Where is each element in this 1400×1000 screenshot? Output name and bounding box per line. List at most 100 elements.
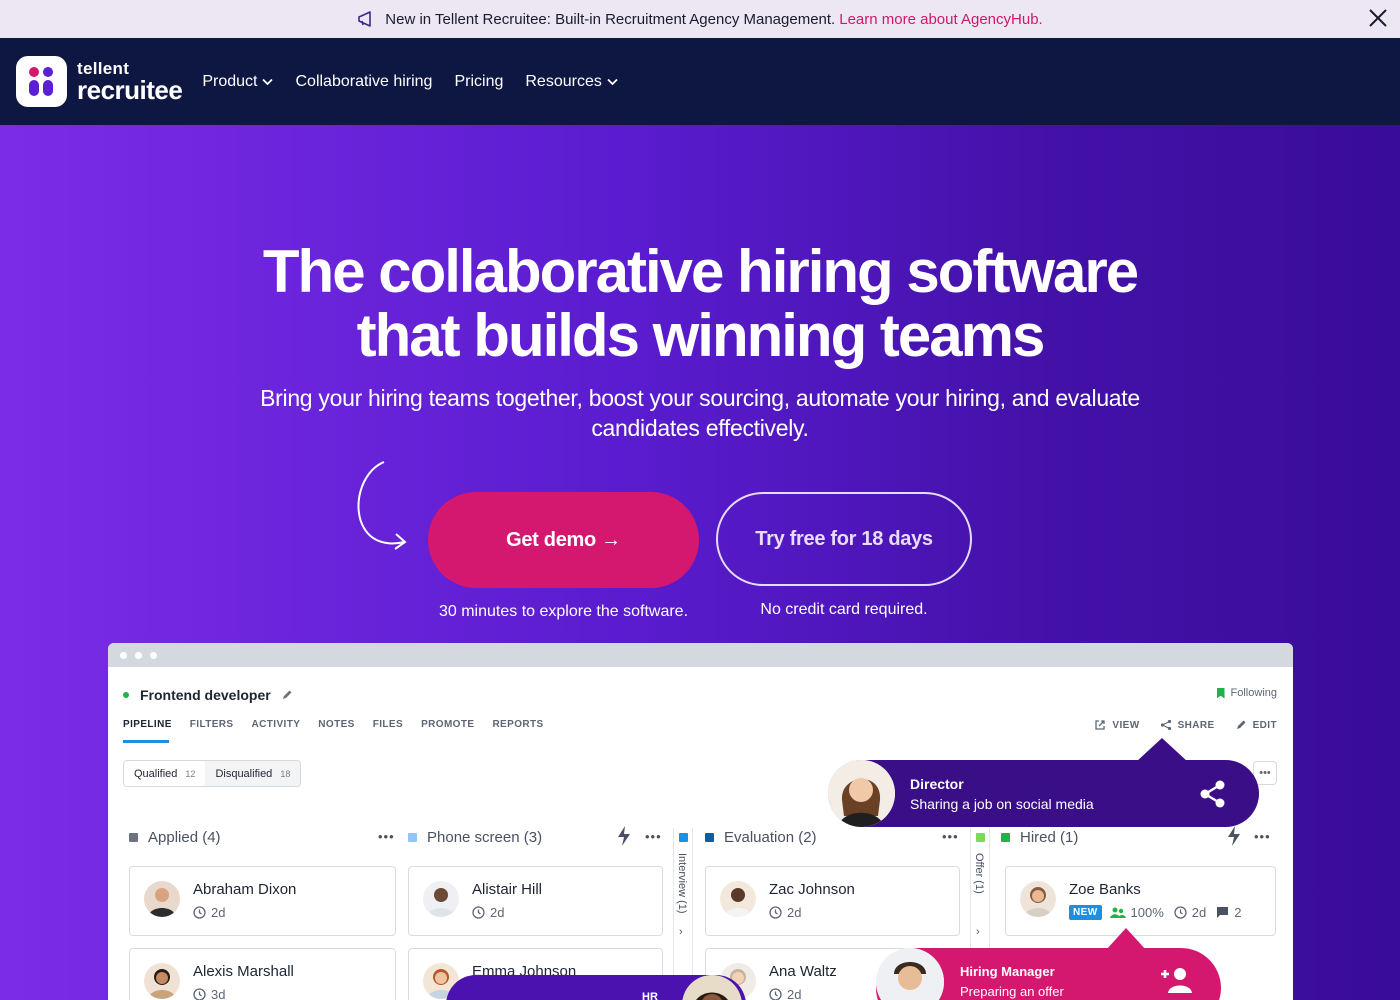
avatar — [144, 963, 180, 999]
callout-role: Director — [910, 776, 964, 792]
nav-item-label: Resources — [525, 72, 602, 90]
candidate-card[interactable]: Zoe Banks NEW 100% 2d 2 — [1005, 866, 1276, 936]
logo-mark — [16, 56, 67, 107]
tab-filters[interactable]: FILTERS — [190, 719, 234, 730]
nav-item-resources[interactable]: Resources — [525, 72, 618, 91]
announcement-bar: New in Tellent Recruitee: Built-in Recru… — [0, 0, 1400, 38]
logo[interactable]: tellent recruitee — [16, 56, 183, 107]
director-callout: Director Sharing a job on social media — [828, 738, 1259, 827]
tab-promote[interactable]: PROMOTE — [421, 719, 474, 730]
add-user-icon[interactable] — [1158, 966, 1192, 994]
column-menu-icon[interactable]: ••• — [1254, 829, 1271, 844]
candidate-name: Zoe Banks — [1069, 881, 1141, 898]
clock-icon — [769, 906, 782, 919]
close-icon[interactable] — [1366, 6, 1390, 30]
following-toggle[interactable]: Following — [1216, 687, 1277, 699]
candidate-card[interactable]: Alexis Marshall 3d — [129, 948, 396, 1000]
tab-pipeline[interactable]: PIPELINE — [123, 719, 172, 730]
column-label: Applied (4) — [148, 829, 221, 846]
tab-activity[interactable]: ACTIVITY — [252, 719, 301, 730]
stage-color — [1001, 833, 1010, 842]
clock-icon — [769, 988, 782, 1000]
nav-item-pricing[interactable]: Pricing — [454, 73, 503, 91]
candidate-time: 2d — [193, 905, 225, 920]
time-label: 2d — [211, 905, 226, 920]
status-dot — [123, 692, 129, 698]
free-trial-button[interactable]: Try free for 18 days — [716, 492, 972, 586]
lightning-icon[interactable] — [1226, 825, 1242, 847]
candidate-card[interactable]: Alistair Hill 2d — [408, 866, 663, 936]
stage-color — [976, 833, 985, 842]
lightning-icon[interactable] — [616, 825, 632, 847]
nav-item-collaborative-hiring[interactable]: Collaborative hiring — [295, 73, 432, 91]
pencil-icon — [1236, 720, 1246, 729]
disqualified-option[interactable]: Disqualified 18 — [205, 761, 300, 786]
nav-item-label: Product — [202, 72, 258, 90]
column-evaluation: Evaluation (2) — [705, 829, 817, 846]
stage-color — [679, 833, 688, 842]
view-action[interactable]: VIEW — [1094, 719, 1139, 731]
column-menu-icon[interactable]: ••• — [378, 829, 395, 844]
people-icon — [1109, 907, 1126, 918]
clock-icon — [472, 906, 485, 919]
candidate-meta: NEW 100% 2d 2 — [1069, 905, 1241, 920]
stage-color — [705, 833, 714, 842]
view-label: VIEW — [1112, 719, 1140, 731]
share-action[interactable]: SHARE — [1160, 719, 1215, 731]
share-icon[interactable] — [1198, 779, 1227, 809]
candidate-name: Zac Johnson — [769, 881, 855, 898]
callout-text: Sharing a job on social media — [910, 796, 1094, 812]
share-icon — [1160, 719, 1171, 731]
tab-reports[interactable]: REPORTS — [492, 719, 543, 730]
callout-text: Preparing an offer — [960, 984, 1064, 999]
qualified-segment: Qualified 12 Disqualified 18 — [123, 760, 302, 787]
comment-icon — [1217, 907, 1229, 918]
chevron-down-icon — [607, 78, 618, 85]
column-menu-icon[interactable]: ••• — [942, 829, 959, 844]
time-label: 2d — [1191, 905, 1207, 920]
pencil-icon[interactable] — [281, 689, 293, 701]
nav-items: Product Collaborative hiring Pricing Res… — [202, 73, 640, 91]
share-label: SHARE — [1177, 719, 1215, 731]
column-hired: Hired (1) — [1001, 829, 1078, 846]
tab-files[interactable]: FILES — [373, 719, 403, 730]
candidate-name: Abraham Dixon — [193, 881, 297, 898]
column-label: Evaluation (2) — [724, 829, 817, 846]
tab-notes[interactable]: NOTES — [318, 719, 354, 730]
job-title-text: Frontend developer — [140, 687, 271, 703]
candidate-card[interactable]: Abraham Dixon 2d — [129, 866, 396, 936]
avatar — [144, 881, 180, 917]
qualified-option[interactable]: Qualified 12 — [124, 761, 206, 786]
main-nav: tellent recruitee Product Collaborative … — [0, 38, 1400, 125]
candidate-card[interactable]: Zac Johnson 2d — [705, 866, 960, 936]
window-dot — [120, 651, 127, 659]
qualified-label: Qualified — [134, 767, 178, 780]
hero-title: The collaborative hiring software that b… — [0, 240, 1400, 368]
column-label: Interview (1) — [676, 853, 688, 914]
window-dot — [135, 651, 142, 659]
nav-item-product[interactable]: Product — [202, 72, 274, 91]
get-demo-button[interactable]: Get demo → — [428, 492, 699, 588]
announcement-link[interactable]: Learn more about AgencyHub. — [839, 11, 1042, 28]
avatar — [423, 881, 459, 917]
active-tab-indicator — [123, 740, 169, 743]
job-title[interactable]: Frontend developer — [123, 687, 293, 703]
column-label: Hired (1) — [1020, 829, 1079, 846]
edit-action[interactable]: EDIT — [1235, 719, 1277, 731]
time-label: 3d — [211, 987, 226, 1000]
match-score: 100% — [1130, 905, 1164, 920]
column-phone-screen: Phone screen (3) — [408, 829, 542, 846]
candidate-time: 2d — [769, 905, 801, 920]
hero-title-line2: that builds winning teams — [356, 302, 1046, 369]
director-avatar — [828, 760, 895, 827]
candidate-time: 2d — [769, 987, 801, 1000]
curved-arrow-icon — [357, 461, 407, 550]
chevron-right-icon: › — [976, 926, 980, 938]
column-menu-icon[interactable]: ••• — [645, 829, 662, 844]
hero-title-line1: The collaborative hiring software — [262, 238, 1139, 305]
hiring-manager-callout: Hiring Manager Preparing an offer — [876, 928, 1221, 1000]
trial-note: No credit card required. — [760, 601, 928, 618]
avatar — [720, 881, 756, 917]
column-label: Phone screen (3) — [427, 829, 543, 846]
window-dot — [150, 651, 157, 659]
